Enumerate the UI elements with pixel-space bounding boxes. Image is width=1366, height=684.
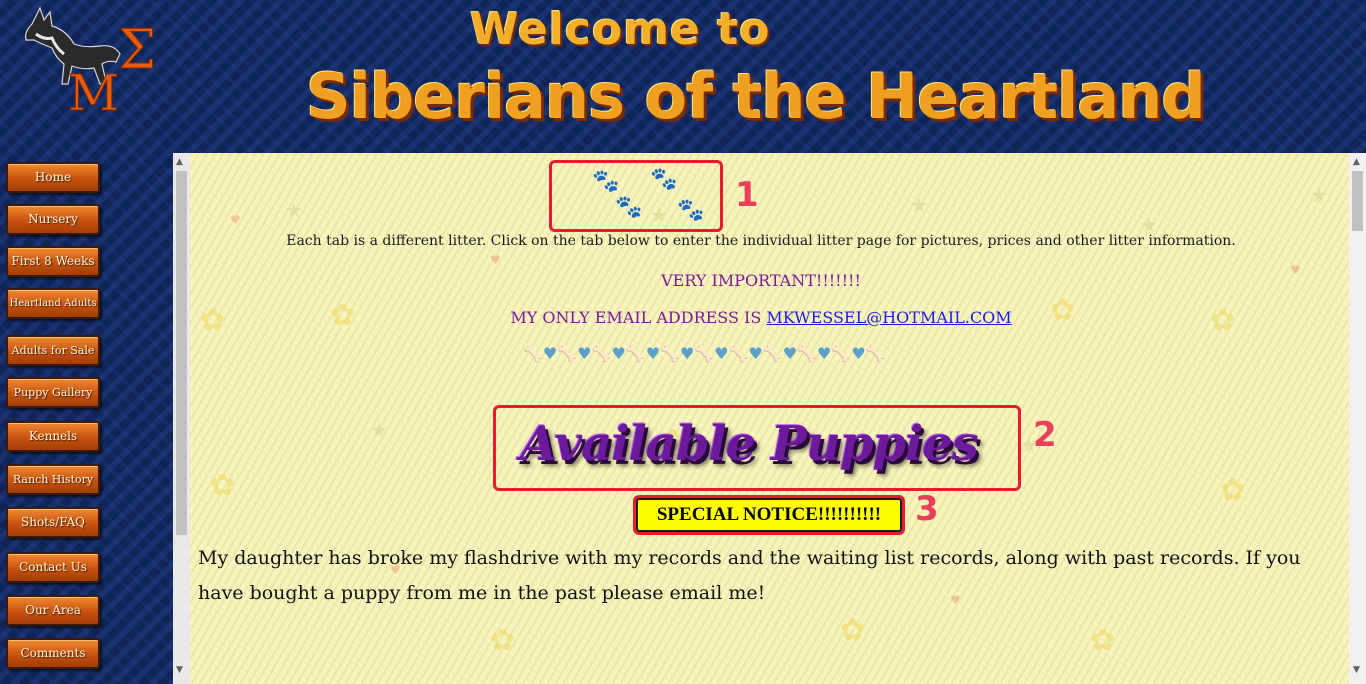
husky-logo-icon[interactable]: Σ M (22, 4, 167, 123)
heart-icon: ♥ (645, 344, 661, 363)
email-notice: MY ONLY EMAIL ADDRESS IS MKWESSEL@HOTMAI… (173, 308, 1349, 327)
scroll-up-arrow-icon[interactable]: ▲ (1353, 157, 1360, 167)
bone-icon: 🦴 (762, 344, 783, 363)
bow-decoration-icon: ✿ (490, 623, 516, 658)
bow-decoration-icon: ✿ (1090, 623, 1116, 658)
paw-print-icon: 🐾 (650, 167, 678, 192)
nav-first-8-weeks-button[interactable]: First 8 Weeks (6, 246, 100, 277)
nav-kennels-button[interactable]: Kennels (6, 421, 100, 452)
nav-home-button[interactable]: Home (6, 162, 100, 193)
bow-decoration-icon: ✿ (210, 468, 236, 503)
notice-body-text: My daughter has broke my flashdrive with… (198, 547, 1301, 604)
annotation-marker-2: 2 (1033, 415, 1057, 455)
bone-icon: 🦴 (557, 344, 578, 363)
available-puppies-banner[interactable]: Available Puppies (520, 416, 1000, 476)
heart-icon: ♥ (577, 344, 592, 363)
nav-nursery-button[interactable]: Nursery (6, 204, 100, 235)
nav-heartland-adults-button[interactable]: Heartland Adults (6, 288, 100, 319)
nav-adults-for-sale-button[interactable]: Adults for Sale (6, 335, 100, 366)
paw-print-icon: 🐾 (677, 198, 705, 223)
special-notice-badge: SPECIAL NOTICE!!!!!!!!!! (633, 495, 905, 535)
heart-icon: ♥ (748, 344, 763, 363)
bow-decoration-icon: ✿ (840, 613, 866, 648)
bone-icon: 🦴 (591, 344, 612, 363)
paw-print-icon: 🐾 (592, 169, 620, 194)
site-title: Welcome to Siberians of the Heartland (300, 0, 1206, 150)
content-frame: ▲ ▼ ✿ ✿ ✿ ✿ ✿ ✿ ✿ ✿ ✿ ✿ ★ ★ ★ ★ ★ ★ ★ ♥ … (173, 153, 1366, 684)
paw-prints-annotation-box: 🐾 🐾 🐾 🐾 (549, 160, 723, 232)
bow-decoration-icon: ✿ (1220, 473, 1246, 508)
scroll-down-arrow-icon[interactable]: ▼ (176, 665, 183, 675)
litter-tab-instructions: Each tab is a different litter. Click on… (286, 233, 1236, 249)
heart-decoration-icon: ♥ (230, 213, 241, 227)
scrollbar-thumb[interactable] (176, 171, 187, 535)
heart-icon: ♥ (611, 344, 626, 363)
svg-text:Σ: Σ (118, 18, 156, 81)
available-puppies-annotation-box: Available Puppies (493, 405, 1021, 491)
annotation-marker-1: 1 (735, 175, 759, 215)
bone-icon: 🦴 (728, 344, 749, 363)
bone-heart-divider: 🦴♥🦴♥🦴♥🦴♥🦴♥🦴♥🦴♥🦴♥🦴♥🦴♥🦴 (523, 344, 1023, 364)
heart-icon: ♥ (542, 344, 558, 363)
nav-ranch-history-button[interactable]: Ranch History (6, 464, 100, 495)
nav-puppy-gallery-button[interactable]: Puppy Gallery (6, 377, 100, 408)
very-important-heading: VERY IMPORTANT!!!!!!! (661, 271, 861, 290)
heart-decoration-icon: ♥ (490, 253, 501, 267)
heart-icon: ♥ (679, 344, 695, 363)
heart-icon: ♥ (851, 344, 866, 363)
star-decoration-icon: ★ (1310, 183, 1328, 207)
bone-icon: 🦴 (523, 344, 543, 363)
nav-shots-faq-button[interactable]: Shots/FAQ (6, 507, 100, 538)
bone-icon: 🦴 (694, 344, 715, 363)
star-decoration-icon: ★ (910, 193, 928, 217)
page-scrollbar[interactable]: ▲ ▼ (1349, 153, 1366, 684)
nav-comments-button[interactable]: Comments (6, 638, 100, 669)
scrollbar-thumb[interactable] (1352, 171, 1363, 231)
bone-icon: 🦴 (865, 344, 886, 363)
bone-icon: 🦴 (797, 344, 818, 363)
svg-text:M: M (68, 64, 119, 114)
annotation-marker-3: 3 (915, 489, 939, 529)
heart-icon: ♥ (714, 344, 729, 363)
scroll-down-arrow-icon[interactable]: ▼ (1353, 665, 1360, 675)
paw-print-icon: 🐾 (615, 195, 643, 220)
star-decoration-icon: ★ (285, 198, 303, 222)
bone-icon: 🦴 (831, 344, 852, 363)
email-link[interactable]: MKWESSEL@HOTMAIL.COM (766, 308, 1011, 327)
nav-contact-us-button[interactable]: Contact Us (6, 552, 100, 583)
title-site-name: Siberians of the Heartland (306, 60, 1206, 133)
heart-icon: ♥ (817, 344, 832, 363)
scroll-up-arrow-icon[interactable]: ▲ (176, 157, 183, 167)
nav-our-area-button[interactable]: Our Area (6, 595, 100, 626)
email-label: MY ONLY EMAIL ADDRESS IS (510, 308, 767, 327)
title-welcome: Welcome to (470, 4, 771, 55)
bone-icon: 🦴 (625, 344, 646, 363)
star-decoration-icon: ★ (370, 418, 388, 442)
heart-icon: ♥ (782, 344, 798, 363)
bone-icon: 🦴 (660, 344, 680, 363)
